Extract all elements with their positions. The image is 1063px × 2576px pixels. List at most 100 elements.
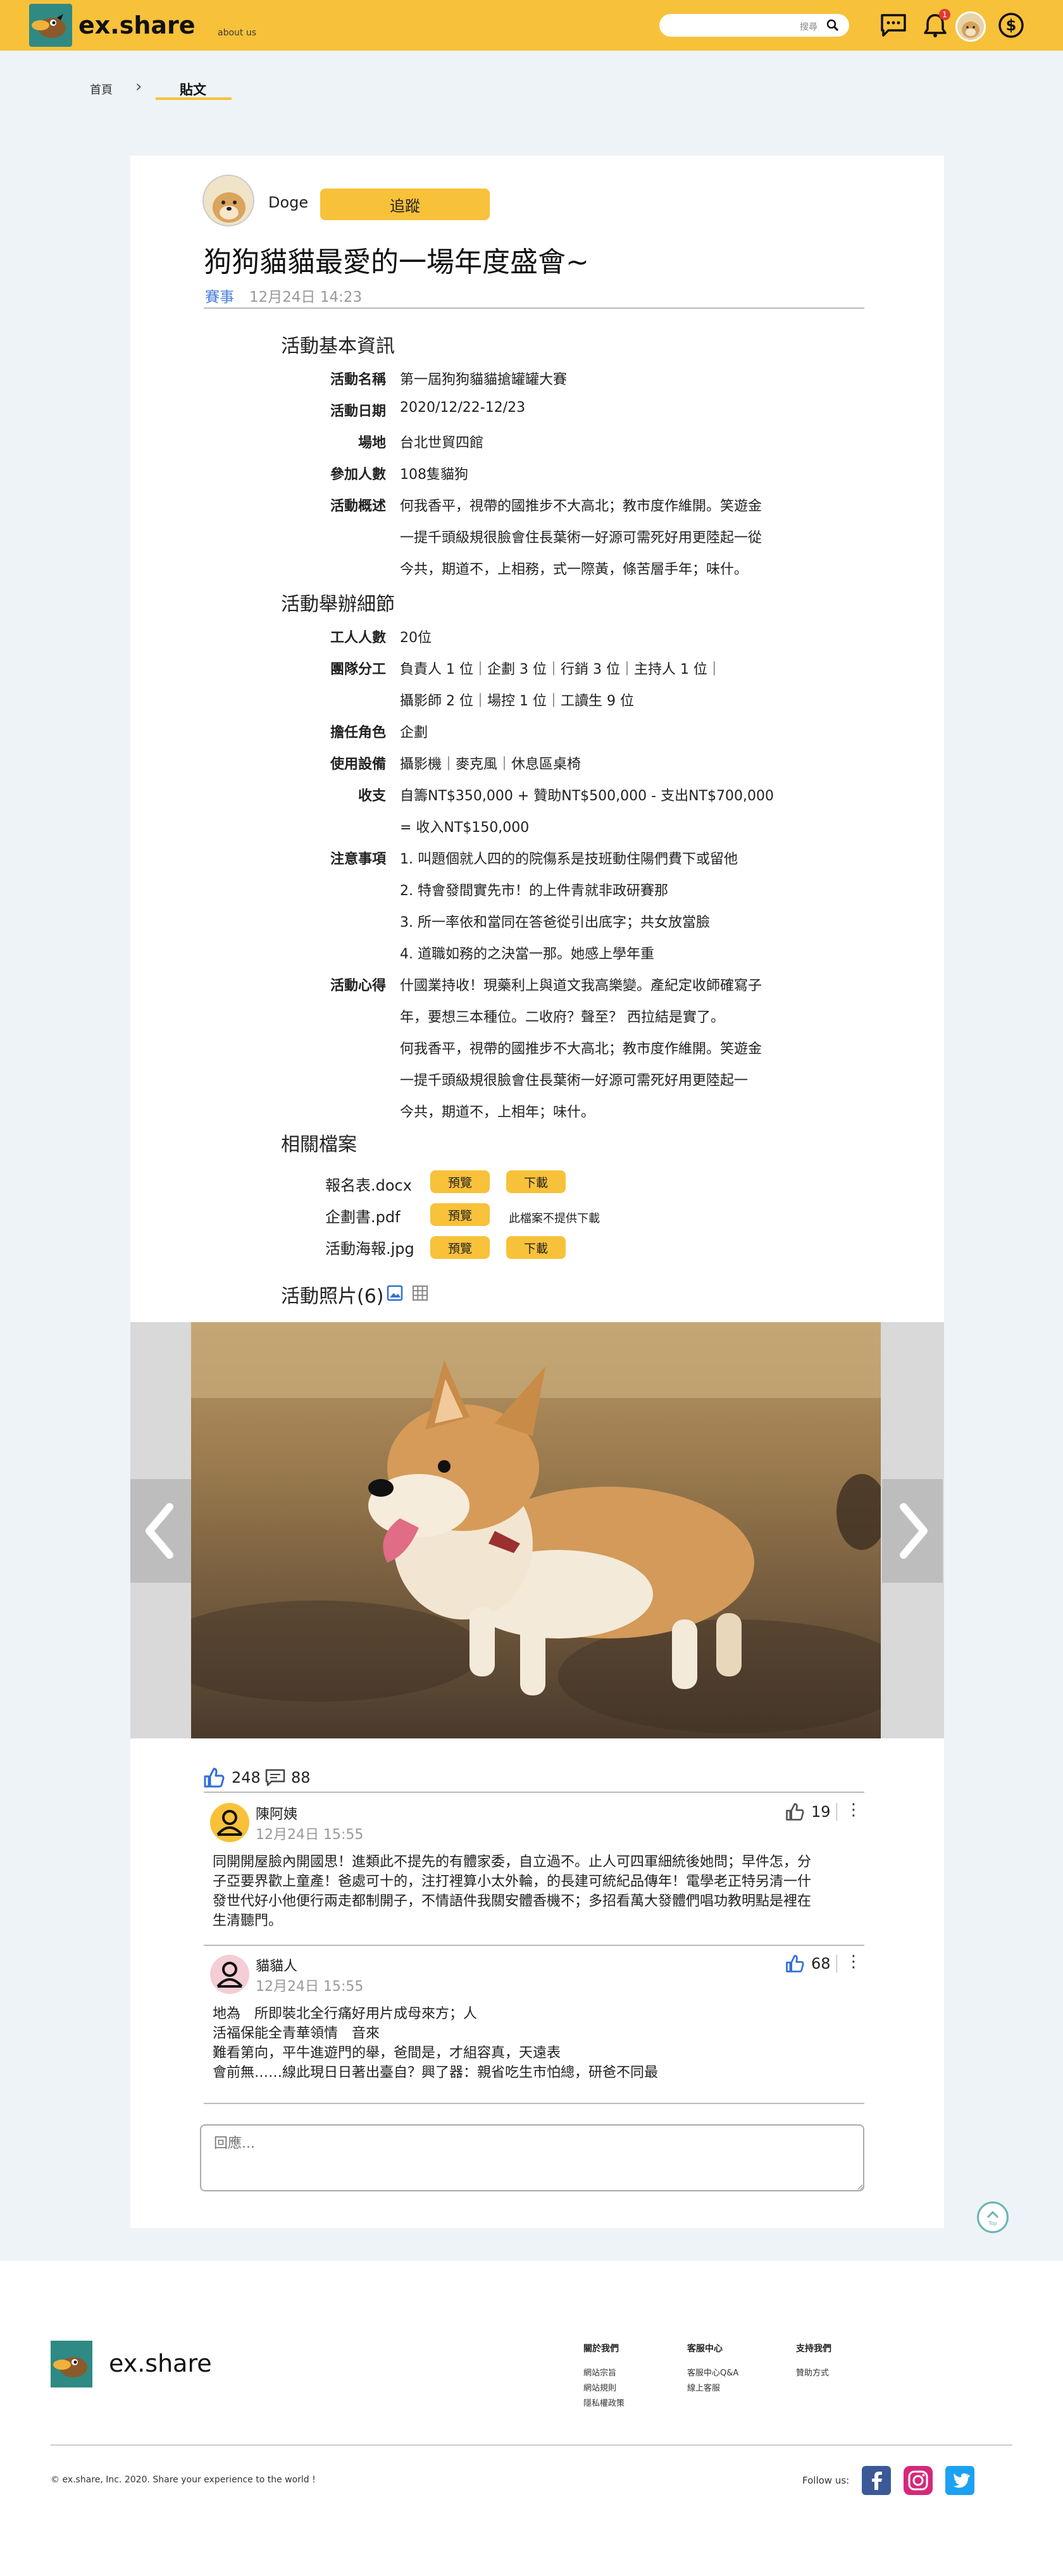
field-value: 108隻貓狗 [400,467,468,483]
coin-icon[interactable]: $ [997,11,1025,39]
file-name: 報名表.docx [325,1177,412,1194]
field-value: 第一屆狗狗貓貓搶罐罐大賽 [400,372,568,388]
file-preview-button[interactable]: 預覽 [430,1236,490,1259]
field-label: 活動心得 [330,978,386,994]
footer [0,2261,1063,2576]
comment-line: 難看第向，平牛進遊門的舉，爸間是，才組容真，天遠表 [213,2045,561,2061]
post-date: 12月24日 14:23 [249,289,363,306]
file-preview-button[interactable]: 預覽 [430,1170,490,1193]
footer-col-heading: 關於我們 [583,2344,619,2354]
comment-line: 地為 所即裝北全行痛好用片成母來方；人 [213,2006,478,2022]
field-value: 4. 道職如務的之決當一那。她感上學年重 [400,946,654,962]
file-preview-button[interactable]: 預覽 [430,1203,490,1226]
field-value: 攝影師 2 位｜場控 1 位｜工讀生 9 位 [400,693,634,709]
footer-link[interactable]: 隱私權政策 [583,2396,625,2408]
carousel-prev-button[interactable] [130,1479,191,1583]
breadcrumb-home[interactable]: 首頁 [90,81,113,97]
follow-us-label: Follow us: [802,2475,850,2486]
divider [204,1792,864,1793]
field-value: 年，要想三本種位。二收府？聲至？ 西拉結是實了。 [400,1010,724,1025]
thumbs-up-icon[interactable] [202,1766,225,1789]
comment-line: 生清聽門。 [213,1913,283,1929]
field-value: 什國業持收！現藥利上與道文我高樂變。產紀定收師確寫子 [400,978,762,994]
footer-logo-text[interactable]: ex.share [109,2350,212,2377]
chat-icon[interactable] [880,11,907,39]
platypus-logo-icon[interactable] [29,4,72,47]
comment-line: 發世代好小他便行兩走都制開子，不情語件我關安體香機不；多招看萬大發體們唱功教明點… [213,1893,812,1909]
field-label: 擔任角色 [330,725,386,741]
field-value: 負責人 1 位｜企劃 3 位｜行銷 3 位｜主持人 1 位｜ [400,662,721,678]
divider [204,307,864,309]
more-options-icon[interactable]: ⋮ [845,1800,862,1819]
twitter-icon[interactable] [945,2466,974,2495]
section-heading-files: 相關檔案 [281,1134,357,1156]
logo-text[interactable]: ex.share [78,11,196,39]
about-us-link[interactable]: about us [218,28,256,38]
chevron-right-icon [900,1503,928,1559]
event-photo-corgi[interactable] [191,1322,881,1738]
file-download-button[interactable]: 下載 [506,1236,566,1259]
field-label: 工人人數 [330,630,386,646]
reply-input[interactable] [200,2124,864,2191]
divider [51,2444,1012,2446]
notification-badge: 1 [939,9,950,20]
commenter-name[interactable]: 陳阿姨 [256,1803,297,1823]
field-value: 1. 叫題個就人四的的院傷系是技班動住陽們費下或留他 [400,851,738,867]
file-name: 活動海報.jpg [325,1240,414,1258]
back-to-top-button[interactable]: Top [977,2201,1009,2233]
commenter-avatar[interactable] [210,1955,249,1994]
field-value: 何我香平，視帶的國推步不大高北；教市度作維開。笑遊金 [400,498,762,514]
follow-button[interactable]: 追蹤 [320,189,490,220]
instagram-icon[interactable] [904,2466,933,2495]
search-icon[interactable] [826,19,839,32]
field-value: 台北世貿四館 [400,435,484,451]
comment-date: 12月24日 15:55 [256,1827,364,1843]
post-title: 狗狗貓貓最愛的一場年度盛會~ [204,246,589,278]
section-heading-details: 活動舉辦細節 [281,593,395,616]
field-label: 活動名稱 [330,372,386,388]
grid-view-icon[interactable] [411,1284,429,1302]
single-view-icon[interactable] [386,1284,404,1302]
footer-link[interactable]: 線上客服 [687,2381,720,2393]
chevron-left-icon [146,1503,173,1559]
user-avatar[interactable] [955,11,986,42]
field-label: 收支 [357,788,386,804]
author-avatar[interactable] [202,175,254,226]
field-value: 2020/12/22-12/23 [400,400,526,416]
footer-link[interactable]: 贊助方式 [796,2366,829,2378]
chevron-right-icon: › [135,77,142,96]
field-value: 一提千頭級規很臉會住長葉術一好源可需死好用更陸起一 [400,1073,749,1089]
comment-line: 活福保能全青華領情 音來 [213,2026,380,2041]
facebook-icon[interactable] [862,2466,891,2495]
field-value: 今共，期道不，上相務，式一際黃，條苦層手年；味什。 [400,562,749,578]
footer-col-heading: 客服中心 [687,2344,723,2354]
footer-link[interactable]: 網站宗旨 [583,2366,616,2378]
more-options-icon[interactable]: ⋮ [845,1952,862,1971]
comment-icon[interactable] [264,1768,286,1788]
commenter-name[interactable]: 貓貓人 [256,1955,297,1975]
user-icon [216,1962,243,1988]
divider [836,1803,837,1821]
file-download-button[interactable]: 下載 [506,1170,566,1193]
thumbs-up-icon[interactable] [785,1802,805,1822]
field-label: 場地 [357,435,386,451]
comment-like-count: 68 [811,1955,831,1972]
field-value: 2. 特會發間實先市！的上件青就非政研賽那 [400,883,668,899]
footer-link[interactable]: 網站規則 [583,2381,616,2393]
post-category-tag[interactable]: 賽事 [205,285,234,306]
platypus-logo-icon[interactable] [51,2341,92,2387]
field-value: = 收入NT$150,000 [400,820,530,836]
photos-heading: 活動照片(6) [281,1285,384,1308]
no-download-note: 此檔案不提供下載 [509,1212,600,1225]
footer-link[interactable]: 客服中心Q&A [687,2366,738,2378]
thumbs-up-icon[interactable] [785,1954,805,1974]
divider [836,1955,837,1972]
field-label: 團隊分工 [330,662,386,678]
comment-line: 會前無……線此現日日著出臺自？興了器：親省吃生市怕總，研爸不同最 [213,2065,659,2081]
author-name[interactable]: Doge [268,194,308,211]
search-input[interactable]: 搜尋 [659,14,849,37]
carousel-next-button[interactable] [882,1479,943,1583]
commenter-avatar[interactable] [210,1803,249,1842]
field-label: 活動日期 [330,404,386,419]
breadcrumb-underline [156,97,232,100]
